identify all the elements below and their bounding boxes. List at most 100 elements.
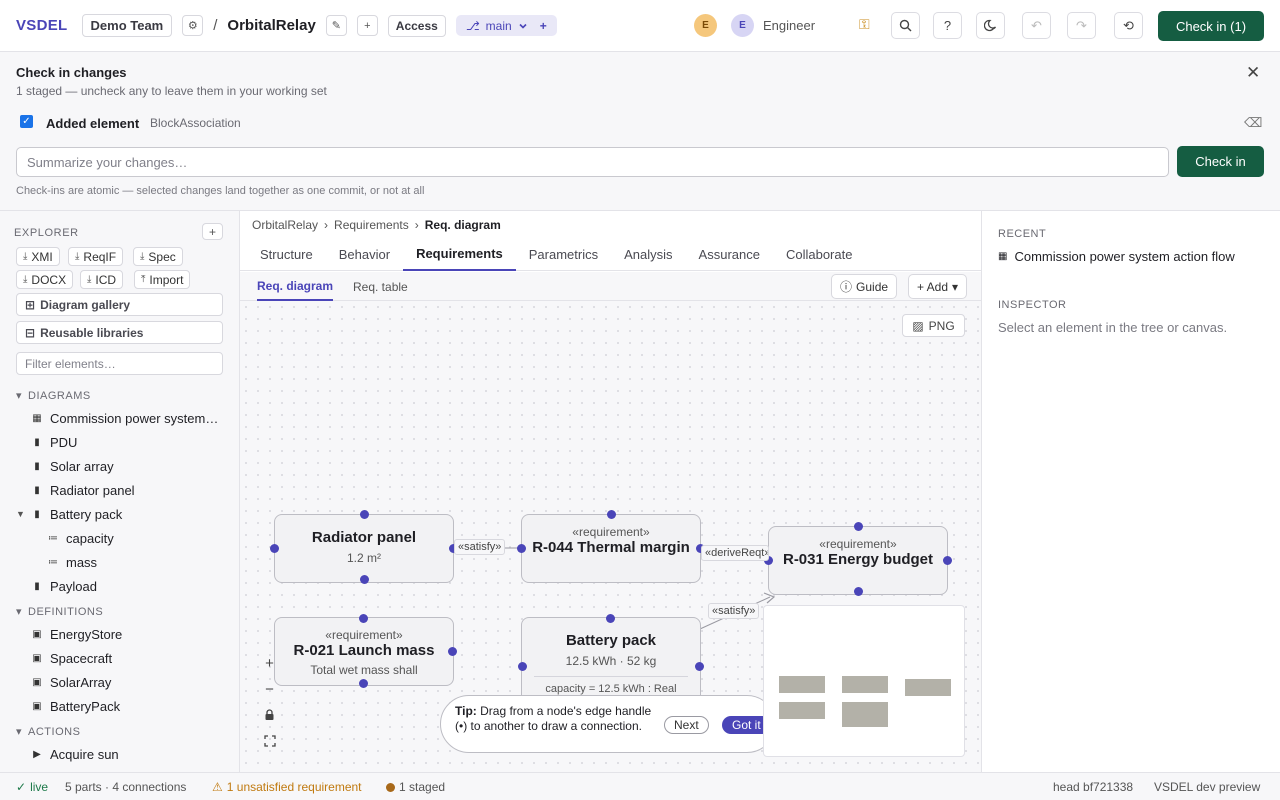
tree-item-part[interactable]: ▮ PDU: [32, 435, 77, 450]
diagram-node-radiator-panel[interactable]: Radiator panel 1.2 m²: [270, 510, 458, 584]
export-xmi-button[interactable]: ⤓ XMI: [16, 247, 60, 266]
connection-handle[interactable]: [359, 679, 368, 688]
connection-handle[interactable]: [448, 647, 457, 656]
caret-down-icon: ▾: [952, 279, 959, 294]
team-switcher[interactable]: Demo Team: [81, 14, 173, 37]
caret-down-icon[interactable]: ▼: [16, 509, 25, 519]
actions-section-header[interactable]: ▾ ACTIONS: [16, 725, 80, 739]
tree-item-attribute[interactable]: ≔ mass: [48, 555, 97, 570]
tree-item-action[interactable]: ▶ Acquire sun: [32, 747, 119, 762]
redo-button[interactable]: ↷: [1067, 12, 1096, 39]
export-reqif-button[interactable]: ⤓ ReqIF: [68, 247, 124, 266]
branch-selector[interactable]: ⎇ main +: [455, 15, 557, 36]
import-button[interactable]: ⤒ Import: [134, 270, 191, 289]
submit-check-in-button[interactable]: Check in: [1177, 146, 1264, 177]
lock-icon[interactable]: [256, 702, 283, 728]
tree-item-part[interactable]: ▮ Payload: [32, 579, 97, 594]
recent-item-label: Commission power system action flow: [1014, 249, 1235, 264]
close-icon[interactable]: ✕: [1246, 63, 1260, 83]
staged-indicator[interactable]: 1 staged: [386, 780, 445, 794]
diagram-gallery-button[interactable]: ⊞ Diagram gallery: [16, 293, 223, 316]
brand-logo[interactable]: VSDEL: [16, 17, 68, 34]
zoom-in-icon[interactable]: +: [256, 650, 283, 676]
tip-text: Tip: Drag from a node's edge handle (•) …: [455, 704, 655, 734]
history-button[interactable]: ⟲: [1114, 12, 1143, 39]
new-project-plus-icon[interactable]: +: [356, 15, 378, 36]
tab-collaborate[interactable]: Collaborate: [773, 237, 866, 271]
connection-handle[interactable]: [695, 662, 704, 671]
connection-handle[interactable]: [606, 614, 615, 623]
export-docx-button[interactable]: ⤓ DOCX: [16, 270, 74, 289]
diagram-node-r044[interactable]: «requirement» R-044 Thermal margin: [517, 510, 705, 583]
discard-change-icon[interactable]: ⌫: [1244, 115, 1262, 131]
edge-label-derive-reqt[interactable]: «deriveReqt»: [701, 545, 769, 561]
check-in-button[interactable]: Check in (1): [1158, 11, 1264, 41]
guide-button[interactable]: ⓘ Guide: [831, 274, 898, 299]
tip-next-button[interactable]: Next: [664, 716, 709, 734]
breadcrumb-project[interactable]: OrbitalRelay: [252, 218, 318, 232]
tree-item-definition[interactable]: ▣ BatteryPack: [32, 699, 120, 714]
connection-handle[interactable]: [360, 575, 369, 584]
connection-handle[interactable]: [518, 662, 527, 671]
avatar[interactable]: E: [694, 14, 717, 37]
tab-behavior[interactable]: Behavior: [326, 237, 403, 271]
subtab-req-diagram[interactable]: Req. diagram: [257, 272, 334, 301]
export-icd-button[interactable]: ⤓ ICD: [80, 270, 124, 289]
part-icon: ▮: [34, 461, 40, 472]
tree-item-definition[interactable]: ▣ SolarArray: [32, 675, 111, 690]
connection-handle[interactable]: [607, 510, 616, 519]
edge-label-satisfy[interactable]: «satisfy»: [708, 603, 760, 619]
add-menu-button[interactable]: + Add ▾: [908, 274, 968, 299]
tree-item-definition[interactable]: ▣ EnergyStore: [32, 627, 122, 642]
diagram-node-r031[interactable]: «requirement» R-031 Energy budget: [764, 522, 952, 596]
diagram-node-battery-pack[interactable]: Battery pack 12.5 kWh · 52 kg capacity =…: [521, 617, 701, 707]
export-spec-button[interactable]: ⤓ Spec: [133, 247, 183, 266]
rename-project-pencil-icon[interactable]: ✎: [325, 15, 347, 36]
connection-handle[interactable]: [517, 544, 526, 553]
add-element-button[interactable]: +: [202, 223, 223, 240]
connection-handle[interactable]: [854, 522, 863, 531]
team-settings-gear-icon[interactable]: ⚙: [182, 15, 204, 36]
diagram-node-r021[interactable]: «requirement» R-021 Launch mass Total we…: [274, 617, 454, 686]
edge-label-satisfy[interactable]: «satisfy»: [454, 539, 506, 555]
tree-item-attribute[interactable]: ≔ capacity: [48, 531, 114, 546]
reusable-libraries-button[interactable]: ⊟ Reusable libraries: [16, 321, 223, 344]
tree-item-part[interactable]: ▮ Battery pack: [32, 507, 122, 522]
zoom-out-icon[interactable]: −: [256, 676, 283, 702]
fit-view-icon[interactable]: [256, 728, 283, 754]
tree-item-definition[interactable]: ▣ Spacecraft: [32, 651, 112, 666]
connection-handle[interactable]: [359, 614, 368, 623]
commit-message-input[interactable]: [16, 147, 1169, 177]
help-button[interactable]: ?: [933, 12, 962, 39]
subtab-req-table[interactable]: Req. table: [353, 272, 408, 301]
connection-handle[interactable]: [270, 544, 279, 553]
tab-parametrics[interactable]: Parametrics: [516, 237, 611, 271]
search-button[interactable]: [891, 12, 920, 39]
tab-requirements[interactable]: Requirements: [403, 237, 516, 271]
connection-handle[interactable]: [854, 587, 863, 596]
tree-item-part[interactable]: ▮ Radiator panel: [32, 483, 134, 498]
filter-elements-input[interactable]: [16, 352, 223, 375]
definitions-section-header[interactable]: ▾ DEFINITIONS: [16, 605, 103, 619]
minimap-node: [779, 702, 825, 719]
breadcrumb-section[interactable]: Requirements: [334, 218, 409, 232]
change-checkbox[interactable]: ✓: [20, 115, 33, 128]
connection-handle[interactable]: [360, 510, 369, 519]
avatar[interactable]: E: [731, 14, 754, 37]
tab-structure[interactable]: Structure: [247, 237, 326, 271]
minimap[interactable]: [763, 605, 965, 757]
unsatisfied-warning[interactable]: ⚠ 1 unsatisfied requirement: [212, 780, 362, 794]
tree-item-part[interactable]: ▮ Solar array: [32, 459, 113, 474]
access-button[interactable]: Access: [387, 14, 446, 37]
tab-assurance[interactable]: Assurance: [686, 237, 773, 271]
tab-analysis[interactable]: Analysis: [611, 237, 685, 271]
diagram-canvas[interactable]: ▨ PNG Radiator panel 1.2 m² «requirement»…: [240, 301, 981, 772]
theme-toggle-button[interactable]: [976, 12, 1005, 39]
connection-handle[interactable]: [943, 556, 952, 565]
recent-item[interactable]: ▦ Commission power system action flow: [998, 249, 1235, 264]
diagrams-section-header[interactable]: ▾ DIAGRAMS: [16, 389, 91, 403]
new-branch-plus-icon[interactable]: +: [540, 19, 547, 33]
undo-button[interactable]: ↶: [1022, 12, 1051, 39]
key-icon[interactable]: ⚿: [859, 16, 870, 33]
tree-item-diagram[interactable]: ▦ Commission power system…: [32, 411, 218, 426]
